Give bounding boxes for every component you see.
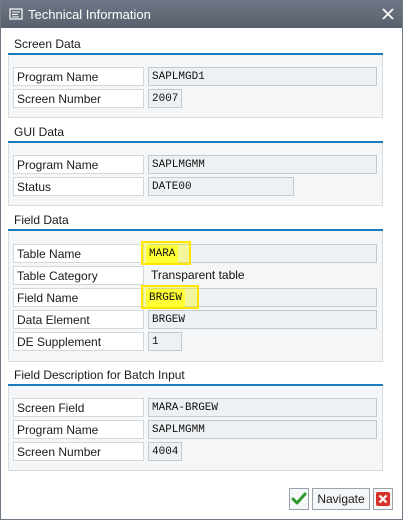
- dialog-title: Technical Information: [28, 7, 151, 22]
- program-name-label: Program Name: [13, 67, 144, 86]
- program-name-label: Program Name: [13, 420, 144, 439]
- window-icon: [9, 7, 23, 21]
- title-bar: Technical Information: [1, 1, 402, 28]
- program-name-field[interactable]: SAPLMGMM: [148, 420, 377, 439]
- screen-number-label: Screen Number: [13, 442, 144, 461]
- group-body: Table Name MARA Table Category Transpare…: [8, 231, 383, 362]
- table-name-row: Table Name MARA: [9, 241, 382, 265]
- gui-data-group: GUI Data Program Name SAPLMGMM Status DA…: [8, 125, 383, 207]
- table-category-label: Table Category: [13, 266, 144, 285]
- highlight-box: BRGEW: [141, 285, 199, 309]
- checkmark-icon: [290, 489, 308, 509]
- technical-information-dialog: Technical Information Screen Data Progra…: [0, 0, 403, 520]
- group-title: Screen Data: [14, 37, 81, 51]
- field-name-label: Field Name: [13, 288, 144, 307]
- screen-data-group: Screen Data Program Name SAPLMGD1 Screen…: [8, 37, 383, 119]
- data-element-field[interactable]: BRGEW: [148, 310, 377, 329]
- program-name-row: Program Name SAPLMGMM: [9, 420, 382, 440]
- program-name-label: Program Name: [13, 155, 144, 174]
- screen-number-row: Screen Number 4004: [9, 442, 382, 462]
- group-body: Program Name SAPLMGD1 Screen Number 2007: [8, 55, 383, 118]
- screen-field-row: Screen Field MARA-BRGEW: [9, 398, 382, 418]
- program-name-row: Program Name SAPLMGMM: [9, 155, 382, 175]
- data-element-row: Data Element BRGEW: [9, 310, 382, 330]
- status-row: Status DATE00: [9, 177, 382, 197]
- table-category-value: Transparent table: [151, 268, 245, 282]
- cancel-button[interactable]: [373, 488, 393, 510]
- group-body: Screen Field MARA-BRGEW Program Name SAP…: [8, 386, 383, 471]
- program-name-row: Program Name SAPLMGD1: [9, 67, 382, 87]
- navigate-button[interactable]: Navigate: [312, 488, 370, 510]
- screen-number-field[interactable]: 2007: [148, 89, 182, 108]
- group-title: GUI Data: [14, 125, 65, 139]
- field-name-row: Field Name BRGEW: [9, 285, 382, 309]
- group-body: Program Name SAPLMGMM Status DATE00: [8, 143, 383, 206]
- table-name-field[interactable]: MARA: [146, 245, 179, 263]
- screen-number-field[interactable]: 4004: [148, 442, 182, 461]
- screen-number-label: Screen Number: [13, 89, 144, 108]
- dialog-content: Screen Data Program Name SAPLMGD1 Screen…: [1, 28, 402, 519]
- data-element-label: Data Element: [13, 310, 144, 329]
- batch-input-group: Field Description for Batch Input Screen…: [8, 368, 383, 472]
- program-name-field[interactable]: SAPLMGD1: [148, 67, 377, 86]
- group-title: Field Description for Batch Input: [14, 368, 185, 382]
- highlight-box: MARA: [141, 241, 191, 265]
- ok-button[interactable]: [289, 488, 309, 510]
- group-title: Field Data: [14, 213, 69, 227]
- field-name-field[interactable]: BRGEW: [146, 289, 186, 307]
- status-field[interactable]: DATE00: [148, 177, 294, 196]
- screen-number-row: Screen Number 2007: [9, 89, 382, 109]
- table-name-label: Table Name: [13, 244, 144, 263]
- status-label: Status: [13, 177, 144, 196]
- de-supplement-label: DE Supplement: [13, 332, 144, 351]
- table-category-row: Table Category Transparent table: [9, 266, 382, 286]
- de-supplement-field[interactable]: 1: [148, 332, 182, 351]
- de-supplement-row: DE Supplement 1: [9, 332, 382, 352]
- field-data-group: Field Data Table Name MARA Table Categor…: [8, 213, 383, 363]
- program-name-field[interactable]: SAPLMGMM: [148, 155, 377, 174]
- screen-field-label: Screen Field: [13, 398, 144, 417]
- close-icon[interactable]: [380, 6, 396, 22]
- screen-field-field[interactable]: MARA-BRGEW: [148, 398, 377, 417]
- cancel-icon: [374, 489, 392, 509]
